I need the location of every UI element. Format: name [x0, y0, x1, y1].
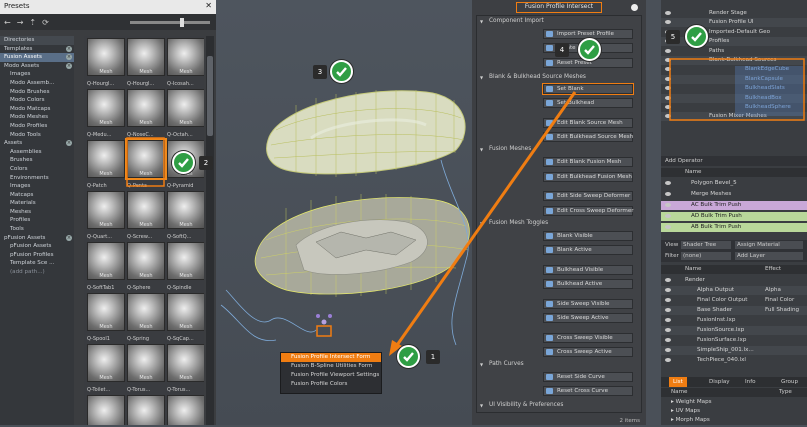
check-badge-icon	[685, 25, 708, 48]
callout-number: 3	[313, 65, 327, 79]
check-badge-icon	[330, 60, 353, 83]
layer-highlight	[669, 58, 805, 121]
preset-highlight	[126, 137, 165, 187]
callout-number: 2	[199, 156, 213, 170]
callout-arrow	[393, 91, 577, 349]
callout-number: 1	[426, 350, 440, 364]
callout-number: 4	[555, 43, 569, 57]
check-badge-icon	[397, 345, 420, 368]
callout-number: 5	[666, 30, 680, 44]
check-badge-icon	[578, 38, 601, 61]
check-badge-icon	[172, 151, 195, 174]
